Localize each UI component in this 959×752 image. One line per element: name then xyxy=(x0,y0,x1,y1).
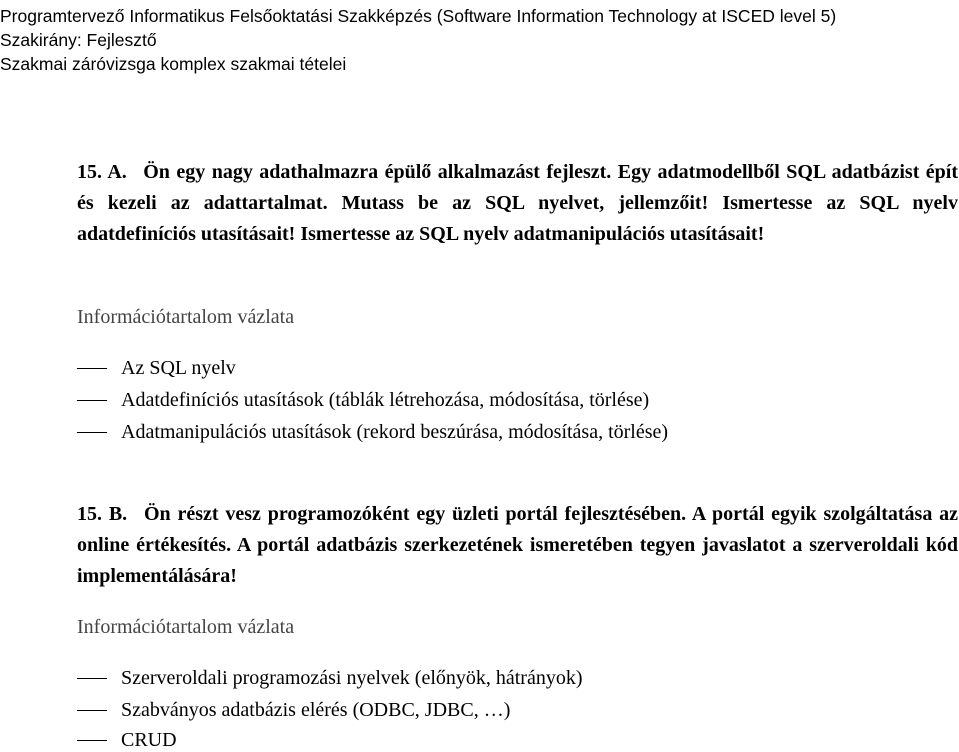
question-text: Ön egy nagy adathalmazra épülő alkalmazá… xyxy=(77,161,959,245)
question-15b: 15. B. Ön részt vesz programozóként egy … xyxy=(77,499,958,592)
list-item: Adatdefiníciós utasítások (táblák létreh… xyxy=(77,388,649,412)
header-program-title: Programtervező Informatikus Felsőoktatás… xyxy=(0,6,837,26)
dash-bullet-icon xyxy=(77,367,107,369)
list-item: Az SQL nyelv xyxy=(77,356,236,380)
question-number: 15. A. xyxy=(77,161,127,183)
question-text: Ön részt vesz programozóként egy üzleti … xyxy=(77,503,959,587)
dash-bullet-icon xyxy=(77,399,107,401)
list-item: Adatmanipulációs utasítások (rekord besz… xyxy=(77,420,668,444)
list-item: CRUD xyxy=(77,728,177,752)
header-exam-title: Szakmai záróvizsga komplex szakmai tétel… xyxy=(0,54,347,74)
dash-bullet-icon xyxy=(77,709,107,711)
dash-bullet-icon xyxy=(77,739,107,741)
header-specialization: Szakirány: Fejlesztő xyxy=(0,30,157,50)
question-number: 15. B. xyxy=(77,503,128,525)
dash-bullet-icon xyxy=(77,677,107,679)
outline-subtitle: Információtartalom vázlata xyxy=(77,306,295,328)
list-item: Szerveroldali programozási nyelvek (előn… xyxy=(77,666,583,690)
list-item: Szabványos adatbázis elérés (ODBC, JDBC,… xyxy=(77,698,510,722)
outline-subtitle: Információtartalom vázlata xyxy=(77,616,295,638)
dash-bullet-icon xyxy=(77,431,107,433)
question-15a: 15. A. Ön egy nagy adathalmazra épülő al… xyxy=(77,157,958,250)
